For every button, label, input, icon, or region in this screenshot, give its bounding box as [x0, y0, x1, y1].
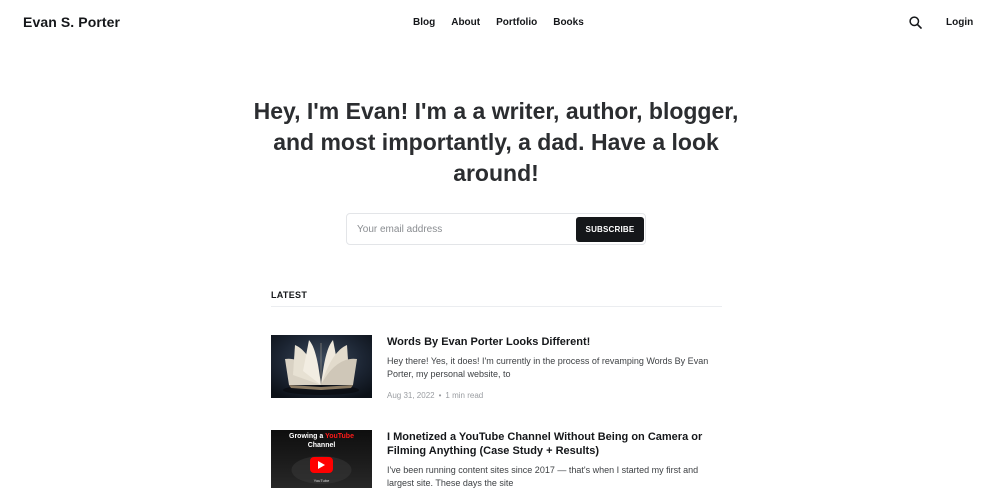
post-excerpt: I've been running content sites since 20… — [387, 465, 699, 488]
post-title[interactable]: I Monetized a YouTube Channel Without Be… — [387, 430, 722, 458]
section-divider — [271, 306, 722, 307]
main-nav: Blog About Portfolio Books — [413, 17, 584, 28]
nav-about[interactable]: About — [451, 17, 480, 28]
post-read-time: 1 min read — [445, 391, 484, 400]
youtube-channel-thumbnail[interactable]: Growing a YouTube Channel YouTube — [271, 430, 372, 488]
nav-books[interactable]: Books — [553, 17, 584, 28]
hero-title: Hey, I'm Evan! I'm a a writer, author, b… — [253, 98, 739, 186]
search-icon[interactable] — [909, 16, 922, 29]
open-book-photo[interactable] — [271, 335, 372, 398]
thumbnail-small-text: YouTube — [313, 478, 330, 483]
subscribe-form: SUBSCRIBE — [346, 213, 646, 245]
login-link[interactable]: Login — [946, 17, 973, 28]
latest-heading: LATEST — [271, 290, 308, 300]
email-input[interactable] — [348, 215, 574, 243]
nav-portfolio[interactable]: Portfolio — [496, 17, 537, 28]
post-body: I Monetized a YouTube Channel Without Be… — [387, 430, 722, 488]
post-excerpt: Hey there! Yes, it does! I'm currently i… — [387, 356, 709, 379]
subscribe-button[interactable]: SUBSCRIBE — [576, 217, 644, 242]
post-meta: Aug 31, 2022 • 1 min read — [387, 391, 722, 400]
site-header: Evan S. Porter Blog About Portfolio Book… — [0, 0, 992, 46]
post-title[interactable]: Words By Evan Porter Looks Different! — [387, 335, 722, 349]
meta-separator: • — [438, 391, 442, 400]
site-title[interactable]: Evan S. Porter — [23, 14, 120, 30]
nav-blog[interactable]: Blog — [413, 17, 435, 28]
post-date: Aug 31, 2022 — [387, 391, 435, 400]
post-body: Words By Evan Porter Looks Different! He… — [387, 335, 722, 400]
